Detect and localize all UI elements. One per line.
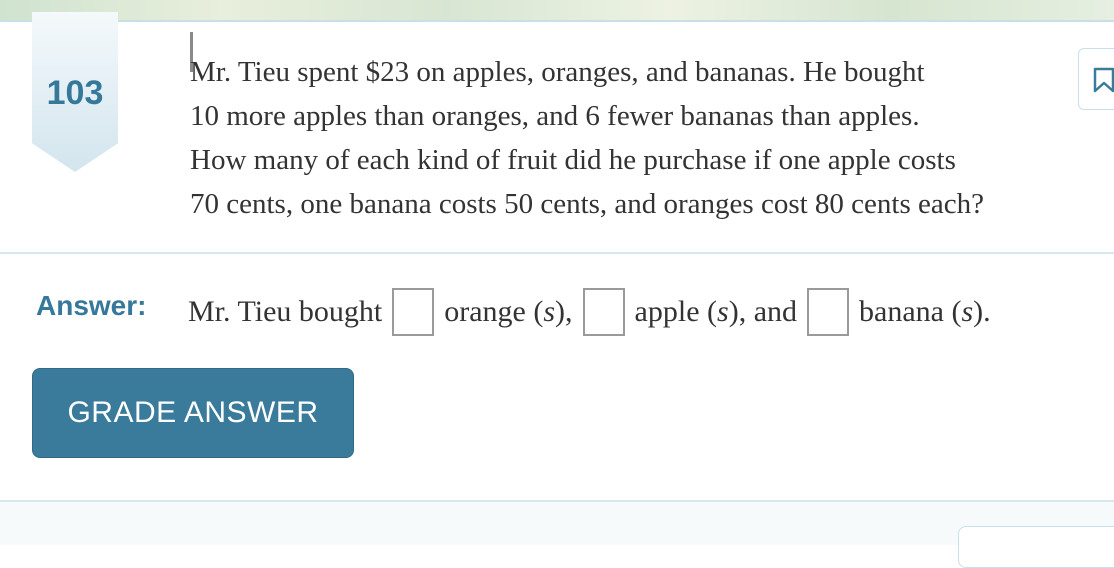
- question-line: 10 more apples than oranges, and 6 fewer…: [190, 100, 920, 132]
- question-line: How many of each kind of fruit did he pu…: [190, 144, 956, 176]
- answer-sentence: Mr. Tieu bought orange (s), apple (s), a…: [188, 286, 991, 338]
- apple-unit: apple (s), and: [634, 295, 798, 328]
- problem-number: 103: [46, 74, 104, 112]
- bookmark-icon: [1093, 67, 1114, 93]
- apples-input[interactable]: [582, 288, 625, 336]
- footer-card[interactable]: [958, 526, 1114, 568]
- oranges-input[interactable]: [392, 288, 435, 336]
- answer-prefix: Mr. Tieu bought: [188, 295, 383, 328]
- section-divider: [0, 252, 1114, 254]
- orange-unit: orange (s),: [444, 295, 573, 328]
- banana-unit: banana (s).: [859, 295, 991, 328]
- footer-area: [0, 502, 1114, 545]
- answer-label: Answer:: [36, 290, 147, 321]
- question-line: 70 cents, one banana costs 50 cents, and…: [190, 188, 985, 220]
- question-text: Mr. Tieu spent $23 on apples, oranges, a…: [190, 50, 1090, 226]
- top-banner: [0, 0, 1114, 22]
- problem-number-badge: 103: [32, 12, 118, 172]
- grade-answer-button[interactable]: GRADE ANSWER: [32, 368, 354, 458]
- question-line: Mr. Tieu spent $23 on apples, oranges, a…: [190, 56, 925, 88]
- bookmark-button[interactable]: [1078, 48, 1114, 110]
- bananas-input[interactable]: [807, 288, 850, 336]
